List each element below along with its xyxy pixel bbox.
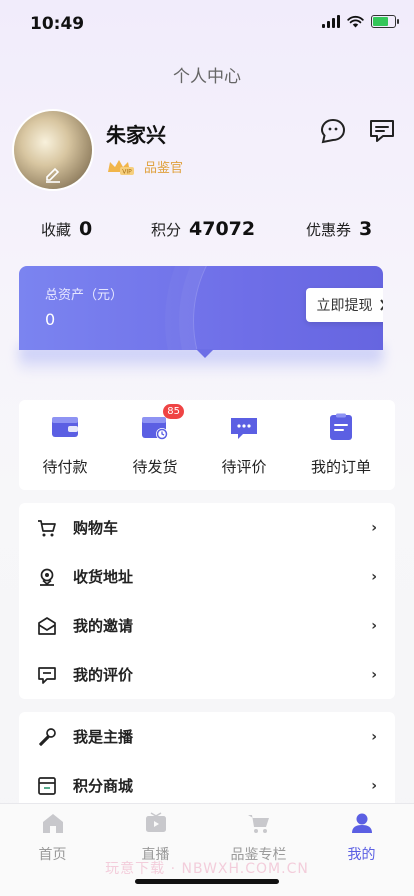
menu-item-address[interactable]: 收货地址 › [19, 552, 395, 601]
crown-icon: VIP [108, 159, 134, 175]
home-icon [42, 814, 63, 833]
withdraw-label: 立即提现 [316, 298, 373, 314]
stat-label: 收藏 [41, 221, 72, 239]
stat-value: 47072 [189, 218, 256, 240]
order-card: 待付款 85 待发货 待评价 我的订单 [19, 400, 395, 490]
microphone-icon [39, 727, 56, 746]
feedback-icon[interactable] [368, 117, 396, 145]
order-label: 待付款 [42, 458, 88, 476]
person-icon [351, 813, 372, 833]
asset-value: 0 [45, 310, 56, 329]
chevron-right-icon: › [371, 728, 377, 745]
cart-icon [38, 519, 56, 536]
order-my-orders[interactable]: 我的订单 [296, 412, 386, 477]
status-icons [322, 15, 399, 28]
asset-card: 总资产（元） 0 立即提现 [19, 266, 383, 350]
location-icon [40, 568, 54, 586]
badge-text: 品鉴官 [144, 161, 184, 176]
store-icon [38, 776, 56, 795]
chevron-right-icon: › [371, 519, 377, 536]
user-name: 朱家兴 [106, 123, 166, 147]
tab-column[interactable]: 品鉴专栏 [207, 812, 310, 864]
tv-icon [145, 812, 166, 832]
edit-icon[interactable] [44, 166, 62, 184]
menu-item-cart[interactable]: 购物车 › [19, 503, 395, 552]
mail-icon [38, 616, 56, 635]
order-pending-review[interactable]: 待评价 [199, 412, 289, 477]
chevron-right-icon: › [371, 777, 377, 794]
message-bubble-icon[interactable] [319, 117, 347, 145]
watermark: 玩意下载 · NBWXH.COM.CN [105, 861, 309, 877]
signal-icon [322, 15, 340, 28]
order-label: 待评价 [221, 458, 267, 476]
menu-label: 收货地址 [73, 568, 134, 586]
stat-label: 优惠券 [306, 221, 352, 239]
stat-favorites[interactable]: 收藏 0 [41, 218, 92, 240]
status-bar: 10:49 [0, 0, 414, 48]
menu-label: 我的评价 [73, 666, 134, 684]
page-title: 个人中心 [173, 67, 241, 87]
stat-value: 0 [79, 218, 93, 240]
tab-mine[interactable]: 我的 [310, 812, 413, 864]
stat-value: 3 [359, 218, 373, 240]
stat-coupons[interactable]: 优惠券 3 [306, 218, 372, 240]
wifi-icon [347, 15, 364, 28]
menu-item-reviews[interactable]: 我的评价 › [19, 650, 395, 699]
menu-label: 购物车 [73, 519, 119, 537]
cart-icon [247, 815, 269, 833]
stats-row: 收藏 0 积分 47072 优惠券 3 [0, 218, 414, 242]
chevron-right-icon: › [371, 666, 377, 683]
chevron-right-icon [379, 299, 383, 311]
stat-points[interactable]: 积分 47072 [151, 218, 255, 240]
home-indicator [135, 879, 279, 884]
member-badge: VIP 品鉴官 [106, 157, 183, 176]
menu-item-invitations[interactable]: 我的邀请 › [19, 601, 395, 650]
menu-group-extras: 我是主播 › 积分商城 › [19, 712, 395, 812]
clipboard-icon [330, 413, 352, 440]
menu-item-streamer[interactable]: 我是主播 › [19, 712, 395, 761]
withdraw-button[interactable]: 立即提现 [306, 288, 383, 322]
order-label: 我的订单 [310, 458, 371, 476]
order-pending-shipment[interactable]: 85 待发货 [110, 404, 200, 477]
svg-text:VIP: VIP [122, 168, 132, 175]
tab-home[interactable]: 首页 [1, 812, 104, 864]
tab-live[interactable]: 直播 [104, 812, 207, 864]
stat-label: 积分 [151, 221, 182, 239]
battery-icon [371, 15, 399, 28]
chat-bubble-icon [231, 418, 257, 439]
order-pending-payment[interactable]: 待付款 [20, 412, 110, 477]
menu-label: 积分商城 [73, 777, 134, 795]
menu-label: 我是主播 [73, 728, 134, 746]
status-time: 10:49 [30, 14, 85, 34]
wallet-icon [52, 417, 78, 437]
order-label: 待发货 [132, 458, 178, 476]
chevron-right-icon: › [371, 568, 377, 585]
notification-badge: 85 [163, 404, 184, 419]
asset-card-notch [196, 349, 214, 358]
menu-group-shopping: 购物车 › 收货地址 › 我的邀请 › 我的评价 › [19, 503, 395, 699]
asset-label: 总资产（元） [45, 288, 124, 303]
chevron-right-icon: › [371, 617, 377, 634]
menu-label: 我的邀请 [73, 617, 134, 635]
comment-icon [38, 666, 56, 684]
